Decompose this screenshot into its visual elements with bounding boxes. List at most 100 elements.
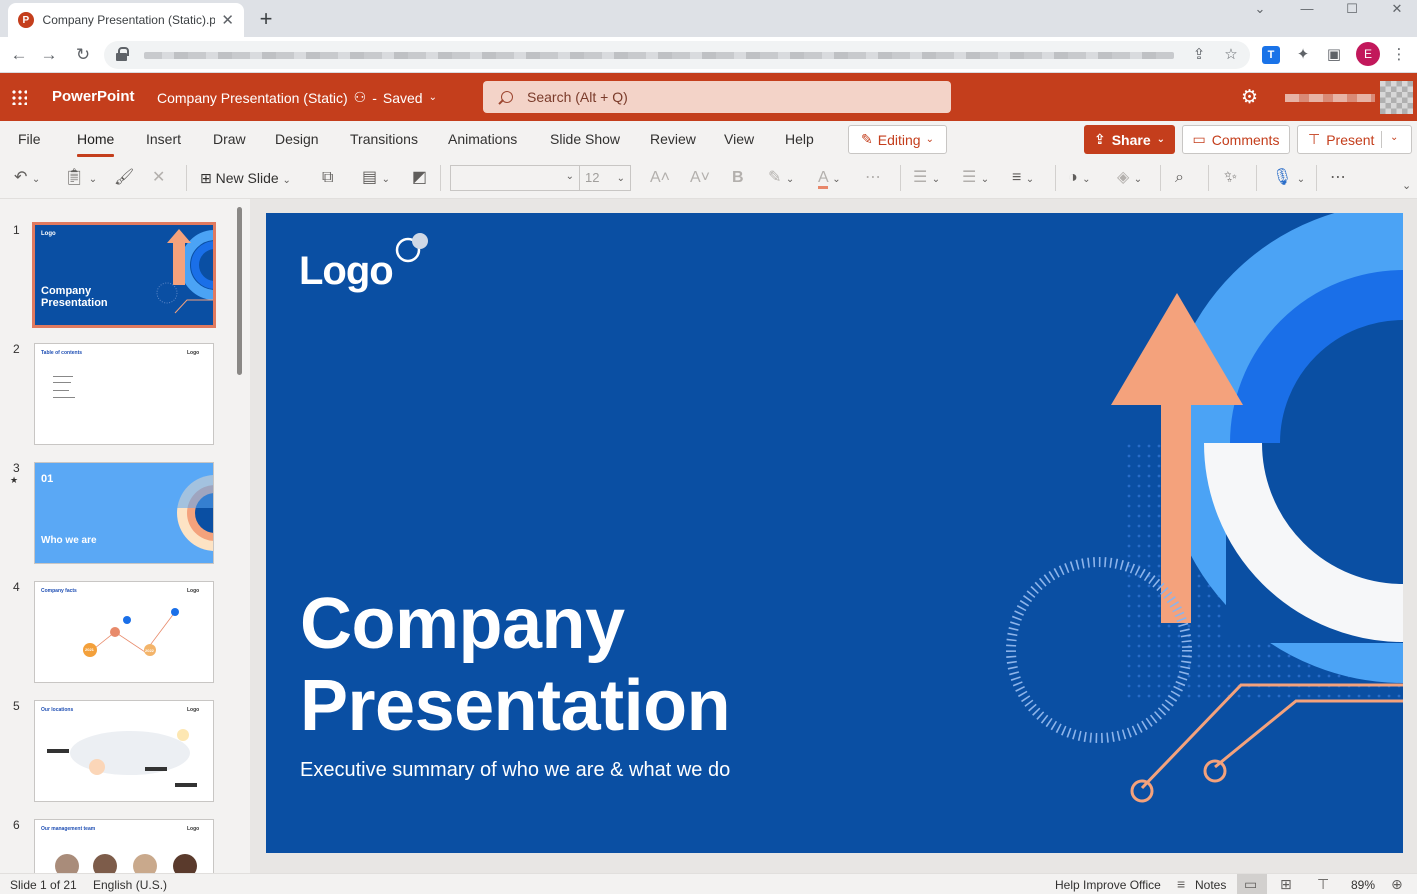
bullets-icon[interactable]: ☰ ⌄ [913, 167, 940, 189]
thumbnails-scrollbar[interactable] [237, 207, 242, 375]
dictate-mic-icon[interactable]: 🎙︎ ⌄ [1272, 167, 1305, 189]
bookmark-star-icon[interactable]: ☆ [1222, 46, 1240, 64]
notes-icon[interactable]: ≡ [1177, 876, 1185, 892]
present-options-chevron-icon[interactable]: ⌄ [1390, 132, 1398, 143]
slide-title[interactable]: Company Presentation [300, 583, 731, 747]
thumbnail-slide-2[interactable]: Table of contents Logo [34, 343, 214, 445]
tab-home[interactable]: Home [77, 131, 115, 157]
tab-transitions[interactable]: Transitions [350, 131, 418, 147]
shape-fill-icon[interactable]: ◈ ⌄ [1117, 167, 1142, 189]
back-icon[interactable]: ← [8, 44, 30, 66]
thumbnail-map-graphic [47, 729, 197, 787]
delete-icon[interactable]: ✕ [152, 167, 165, 189]
thumbnail-slide-5[interactable]: Our locations Logo [34, 700, 214, 802]
search-input[interactable]: Search (Alt + Q) [483, 81, 951, 113]
tab-review[interactable]: Review [650, 131, 696, 147]
document-title-area[interactable]: Company Presentation (Static) ⚇ - Saved … [157, 89, 437, 106]
font-color-icon[interactable]: A ⌄ [818, 167, 841, 189]
paste-clipboard-icon[interactable]: 📋︎ ⌄ [64, 167, 97, 189]
thumbnail-slide-4[interactable]: Company facts Logo 2021 2022 [34, 581, 214, 683]
browser-toolbar: ← → ↻ ⇪ ☆ T ✦ ▣ E ⋮ [0, 37, 1417, 73]
background-icon[interactable]: ◩ [412, 167, 427, 189]
app-launcher-icon[interactable] [11, 89, 27, 105]
minimize-button[interactable]: — [1285, 0, 1329, 18]
extension-t-icon[interactable]: T [1262, 46, 1280, 64]
current-slide[interactable]: Logo Company Presentation Executive summ… [266, 213, 1403, 853]
reload-icon[interactable]: ↻ [72, 44, 94, 66]
title-separator: - [372, 89, 377, 106]
toc-line [53, 376, 73, 377]
account-picture[interactable] [1380, 81, 1413, 114]
thumbnail-slide-6[interactable]: Our management team Logo [34, 819, 214, 873]
shared-people-icon: ⚇ [353, 89, 367, 105]
thumbnail-graphic [156, 229, 213, 314]
designer-wand-icon[interactable]: ✨︎ [1224, 167, 1237, 189]
thumbnail-slide-1[interactable]: Logo Company Presentation [32, 222, 216, 328]
restore-button[interactable]: ☐ [1330, 0, 1374, 18]
tab-draw[interactable]: Draw [213, 131, 246, 147]
language-indicator[interactable]: English (U.S.) [93, 878, 167, 892]
present-icon: ⊤ [1308, 131, 1321, 147]
slide-logo[interactable]: Logo [299, 249, 394, 294]
bold-icon[interactable]: B [732, 167, 744, 189]
slide-subtitle[interactable]: Executive summary of who we are & what w… [300, 759, 730, 782]
tab-file[interactable]: File [18, 131, 41, 147]
share-button[interactable]: ⇪ Share ⌄ [1084, 125, 1175, 154]
present-button[interactable]: ⊤ Present ⌄ [1297, 125, 1412, 154]
tab-animations[interactable]: Animations [448, 131, 517, 147]
forward-icon[interactable]: → [38, 44, 60, 66]
document-title[interactable]: Company Presentation (Static) [157, 90, 348, 106]
thumbnail-graphic [160, 463, 213, 551]
redacted-account-name[interactable] [1285, 94, 1375, 102]
expand-ribbon-chevron-icon[interactable]: ⌄ [1402, 175, 1411, 197]
numbering-icon[interactable]: ☰ ⌄ [962, 167, 989, 189]
address-bar[interactable] [104, 41, 1250, 69]
browser-tab[interactable]: P Company Presentation (Static).pp ✕ [8, 3, 244, 37]
save-status[interactable]: Saved [383, 90, 423, 106]
normal-view-icon[interactable]: ▭ [1244, 876, 1257, 893]
tab-insert[interactable]: Insert [146, 131, 181, 147]
tab-view[interactable]: View [724, 131, 754, 147]
zoom-level[interactable]: 89% [1351, 878, 1375, 892]
decrease-font-icon[interactable]: A˅ [690, 167, 710, 189]
layout-icon[interactable]: ▤ ⌄ [362, 167, 390, 189]
find-icon[interactable]: ⌕ [1175, 167, 1184, 189]
slide-sorter-icon[interactable]: ⊞ [1280, 876, 1292, 893]
lock-icon[interactable] [116, 47, 129, 61]
highlight-icon[interactable]: ✎ ⌄ [768, 167, 794, 189]
settings-gear-icon[interactable]: ⚙ [1241, 86, 1258, 109]
tab-close-icon[interactable]: ✕ [221, 11, 234, 29]
profile-avatar[interactable]: E [1356, 42, 1380, 66]
close-window-button[interactable]: ✕ [1375, 0, 1417, 18]
format-painter-icon[interactable]: 🖌︎ [114, 167, 134, 189]
share-page-icon[interactable]: ⇪ [1190, 46, 1208, 64]
more-font-options-icon[interactable]: ⋯ [865, 167, 881, 189]
app-name[interactable]: PowerPoint [52, 88, 135, 105]
font-name-dropdown[interactable]: ⌄ [450, 165, 580, 191]
extensions-puzzle-icon[interactable]: ✦ [1294, 46, 1312, 64]
new-slide-button[interactable]: ⊞ New Slide ⌄ [200, 167, 291, 189]
tab-search-icon[interactable]: ⌄ [1238, 0, 1282, 18]
tab-design[interactable]: Design [275, 131, 319, 147]
editing-mode-button[interactable]: ✎ Editing ⌄ [848, 125, 947, 154]
side-panel-icon[interactable]: ▣ [1325, 46, 1343, 64]
reading-view-icon[interactable]: ⊤ [1317, 876, 1329, 893]
increase-font-icon[interactable]: A˄ [650, 167, 670, 189]
reuse-slides-icon[interactable]: ⧉ [322, 167, 333, 189]
comments-button[interactable]: ▭ Comments [1182, 125, 1290, 154]
align-text-icon[interactable]: ≡ ⌄ [1012, 167, 1034, 189]
notes-button[interactable]: Notes [1195, 878, 1226, 892]
tab-help[interactable]: Help [785, 131, 814, 147]
undo-icon[interactable]: ↶ ⌄ [14, 167, 40, 189]
divider [1055, 165, 1056, 191]
font-size-dropdown[interactable]: 12 ⌄ [579, 165, 631, 191]
more-options-icon[interactable]: ⋯ [1330, 167, 1346, 189]
thumbnail-slide-3[interactable]: 01 Who we are [34, 462, 214, 564]
shapes-icon[interactable]: ◑ ⌄ [1068, 167, 1091, 189]
toc-line [53, 382, 71, 383]
tab-slide-show[interactable]: Slide Show [550, 131, 620, 147]
help-improve-office-link[interactable]: Help Improve Office [1055, 878, 1161, 892]
browser-menu-icon[interactable]: ⋮ [1390, 46, 1408, 64]
fit-to-window-icon[interactable]: ⊕ [1391, 876, 1403, 893]
new-tab-button[interactable]: + [256, 6, 276, 32]
